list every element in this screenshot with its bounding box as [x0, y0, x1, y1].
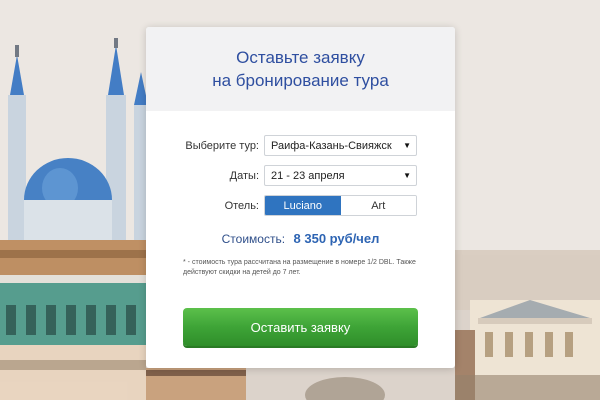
- price-footnote: * - стоимость тура рассчитана на размеще…: [183, 259, 416, 276]
- tour-label: Выберите тур:: [185, 139, 259, 152]
- form-title: Оставьте заявку на бронирование тура: [212, 46, 389, 92]
- form-title-line1: Оставьте заявку: [236, 48, 365, 67]
- price-line: Стоимость: 8 350 руб/чел: [146, 230, 455, 248]
- submit-request-button[interactable]: Оставить заявку: [183, 308, 418, 346]
- hotel-label: Отель:: [224, 199, 259, 212]
- dates-row: Даты:: [146, 165, 262, 186]
- dates-select-value: 21 - 23 апреля: [271, 169, 345, 182]
- form-body: Выберите тур: Раифа-Казань-Свияжск ▼ Дат…: [146, 111, 455, 346]
- tour-select-value: Раифа-Казань-Свияжск: [271, 139, 392, 152]
- hotel-option-luciano[interactable]: Luciano: [265, 196, 341, 215]
- dropdown-arrow-icon: ▼: [403, 171, 411, 180]
- dropdown-arrow-icon: ▼: [403, 141, 411, 150]
- booking-form-card: Оставьте заявку на бронирование тура Выб…: [146, 27, 455, 368]
- form-title-line2: на бронирование тура: [212, 71, 389, 90]
- hotel-row: Отель:: [146, 195, 262, 216]
- hotel-toggle: Luciano Art: [264, 195, 417, 216]
- form-header: Оставьте заявку на бронирование тура: [146, 27, 455, 111]
- dates-select[interactable]: 21 - 23 апреля ▼: [264, 165, 417, 186]
- tour-select[interactable]: Раифа-Казань-Свияжск ▼: [264, 135, 417, 156]
- hotel-option-art[interactable]: Art: [340, 196, 416, 215]
- price-label: Стоимость:: [221, 232, 286, 246]
- dates-label: Даты:: [229, 169, 259, 182]
- price-value: 8 350 руб/чел: [293, 231, 380, 246]
- tour-row: Выберите тур:: [146, 135, 262, 156]
